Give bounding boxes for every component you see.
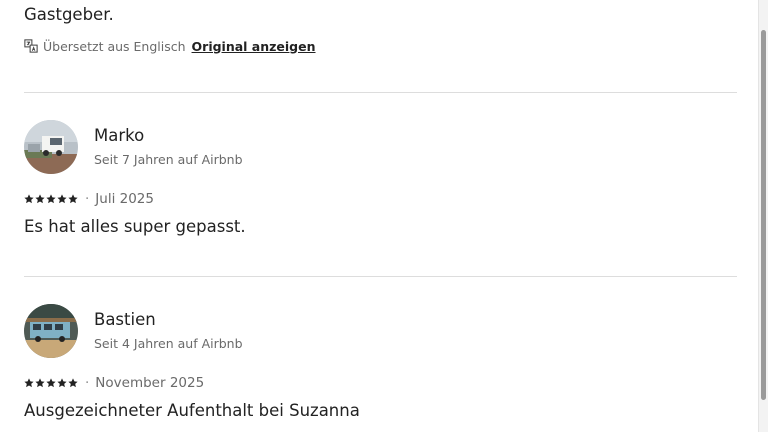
star-icon — [68, 194, 78, 204]
star-icon — [24, 194, 34, 204]
review-item: Bastien Seit 4 Jahren auf Airbnb · Novem… — [24, 304, 737, 432]
review-item: Marko Seit 7 Jahren auf Airbnb · Juli 20… — [24, 120, 737, 250]
avatar-image — [24, 304, 78, 358]
rating-stars — [24, 194, 78, 204]
avatar-image — [24, 120, 78, 174]
review-text: Es hat alles super gepasst. — [24, 217, 246, 236]
review-divider — [24, 276, 737, 277]
review-date: November 2025 — [95, 375, 205, 391]
translation-note: Übersetzt aus Englisch Original anzeigen — [24, 38, 316, 54]
star-icon — [46, 378, 56, 388]
review-divider — [24, 92, 737, 93]
star-icon — [57, 378, 67, 388]
star-icon — [46, 194, 56, 204]
avatar[interactable] — [24, 304, 78, 358]
reviewer-name: Marko — [94, 126, 145, 145]
previous-review-text: Gastgeber. — [24, 5, 114, 24]
separator-dot: · — [85, 191, 90, 207]
show-original-link[interactable]: Original anzeigen — [192, 39, 316, 54]
reviewer-member-since: Seit 4 Jahren auf Airbnb — [94, 336, 243, 351]
star-icon — [35, 378, 45, 388]
avatar[interactable] — [24, 120, 78, 174]
rating-stars — [24, 378, 78, 388]
star-icon — [35, 194, 45, 204]
rating-line: · Juli 2025 — [24, 190, 154, 208]
translate-icon — [24, 39, 38, 53]
reviewer-name: Bastien — [94, 310, 156, 329]
star-icon — [24, 378, 34, 388]
reviewer-member-since: Seit 7 Jahren auf Airbnb — [94, 152, 243, 167]
translation-note-label: Übersetzt aus Englisch — [43, 38, 186, 54]
scrollbar-thumb[interactable] — [761, 30, 766, 400]
separator-dot: · — [85, 375, 90, 391]
star-icon — [68, 378, 78, 388]
review-text: Ausgezeichneter Aufenthalt bei Suzanna — [24, 401, 360, 420]
star-icon — [57, 194, 67, 204]
review-date: Juli 2025 — [95, 191, 154, 207]
rating-line: · November 2025 — [24, 374, 204, 392]
scrollbar[interactable] — [758, 0, 768, 432]
